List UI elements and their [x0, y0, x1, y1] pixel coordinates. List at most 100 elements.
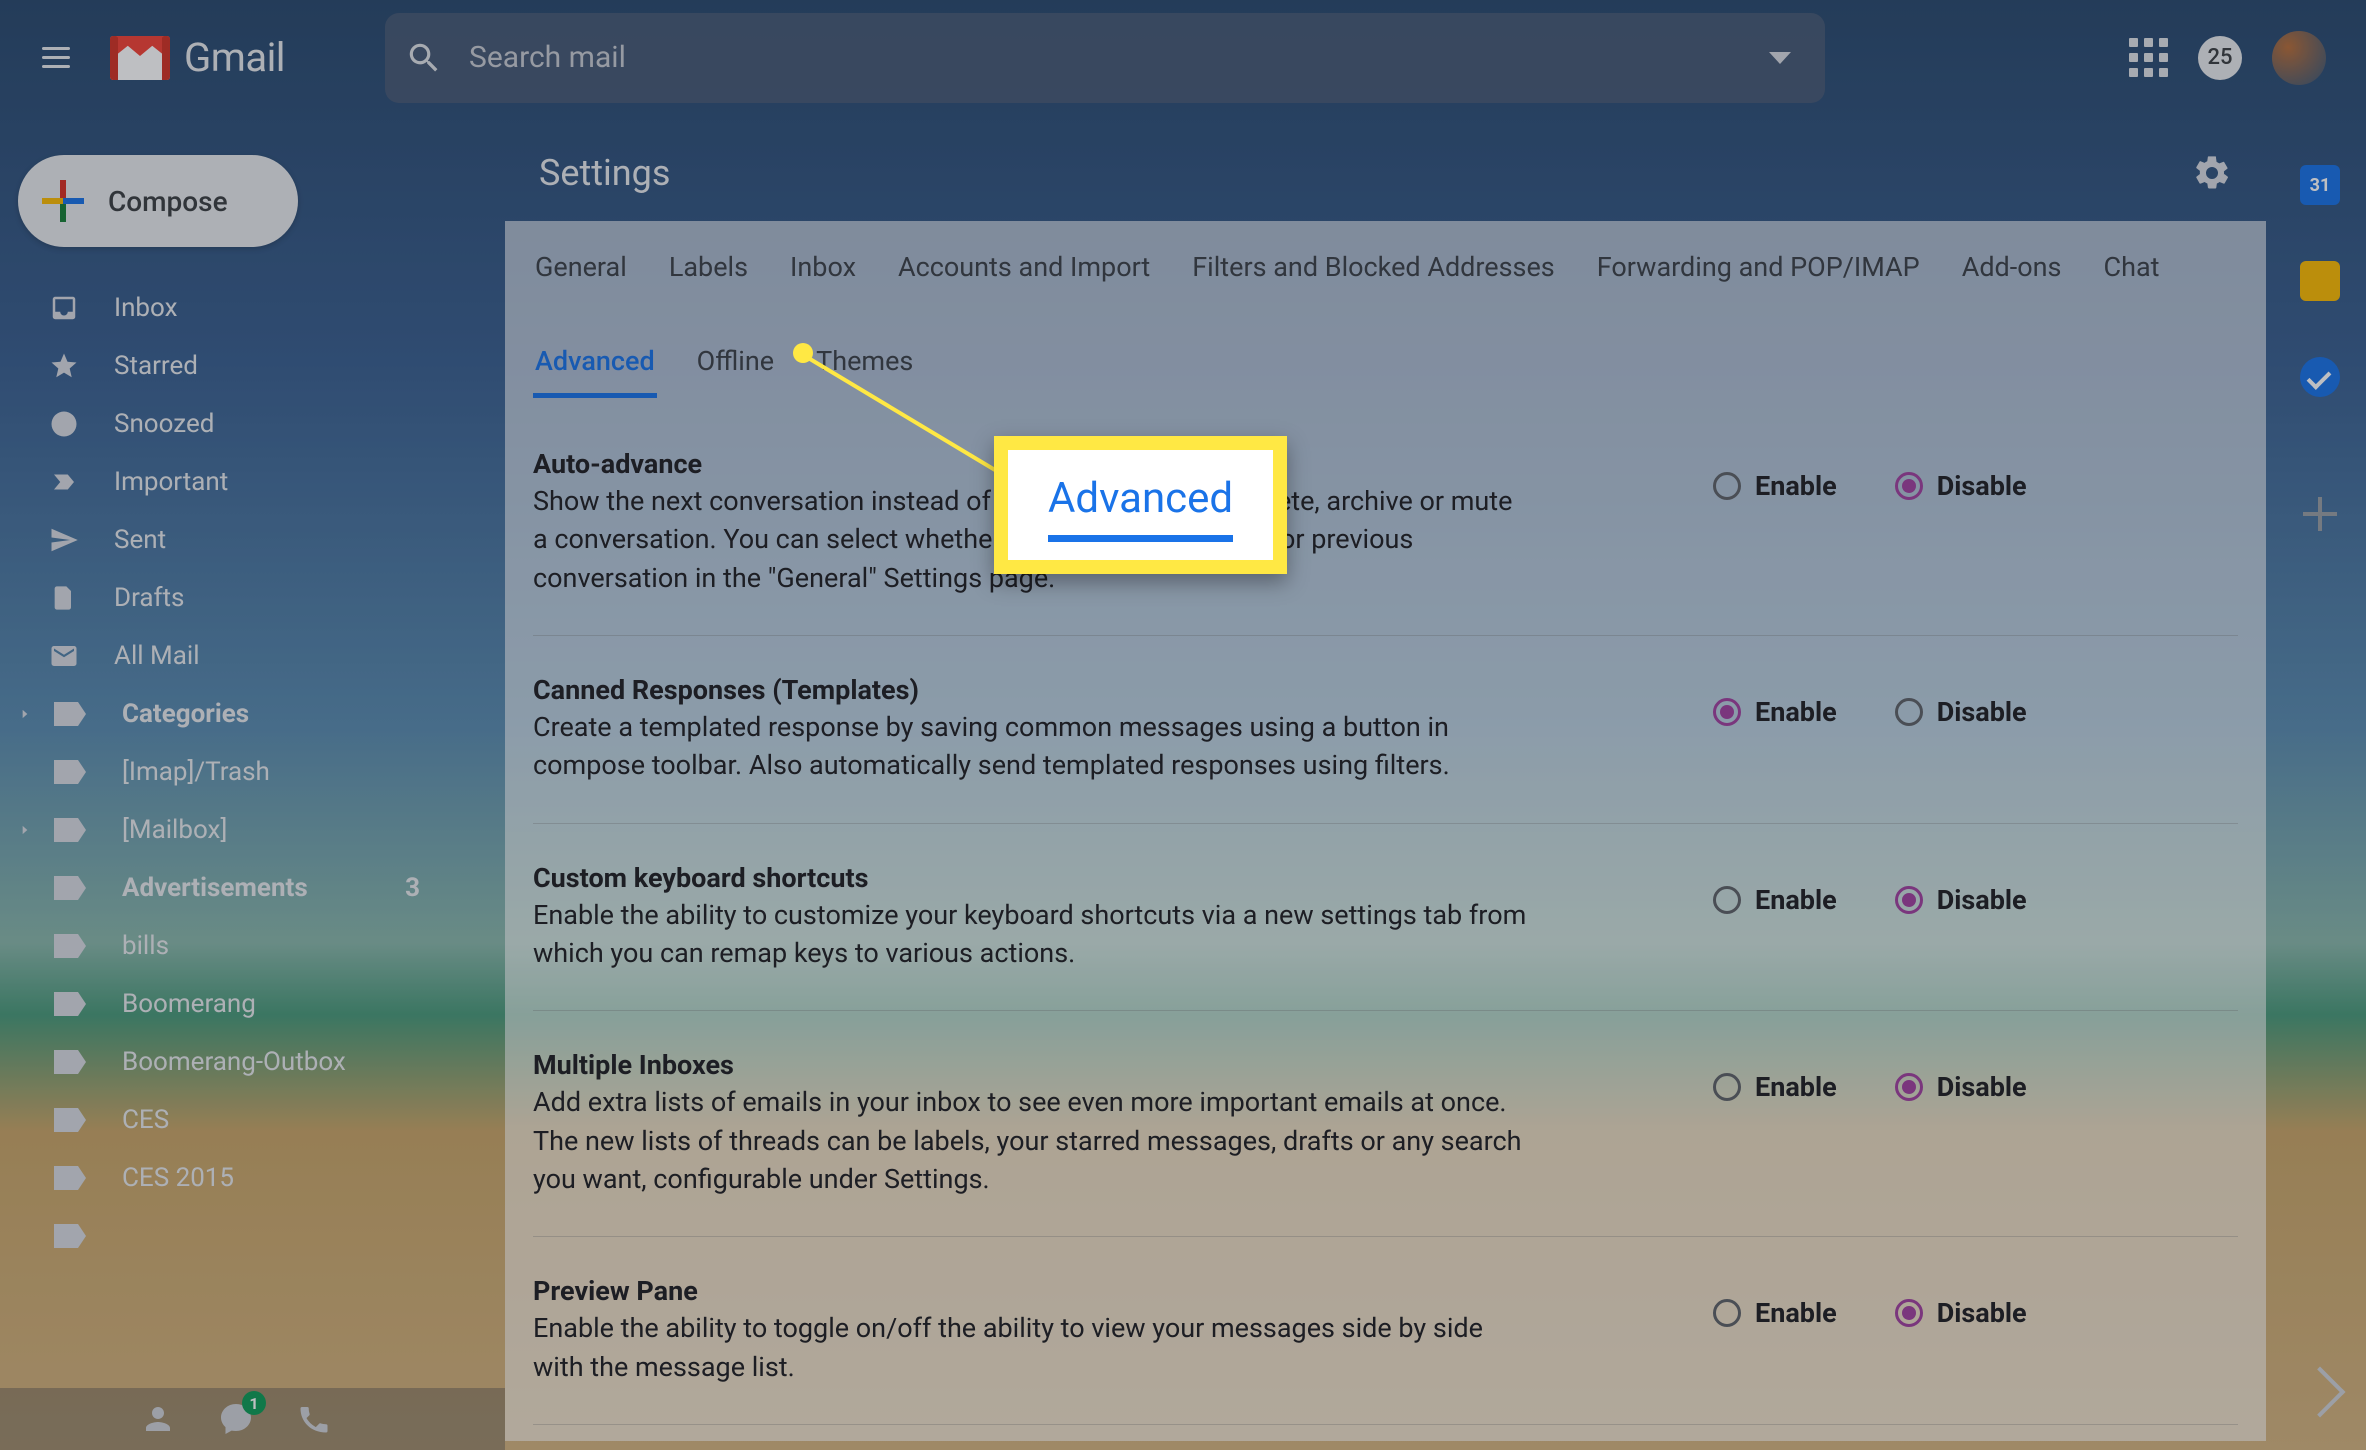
- gmail-logo[interactable]: Gmail: [110, 34, 285, 81]
- search-bar[interactable]: [385, 13, 1825, 103]
- sidebar-item-drafts[interactable]: Drafts: [0, 569, 480, 627]
- settings-header: Settings: [505, 125, 2266, 221]
- enable-option[interactable]: Enable: [1713, 696, 1837, 728]
- label-icon: [54, 1224, 86, 1248]
- mail-icon: [46, 638, 82, 674]
- phone-icon[interactable]: [296, 1401, 332, 1437]
- sidebar-item-bills[interactable]: bills: [0, 917, 480, 975]
- gear-icon[interactable]: [2192, 153, 2232, 193]
- tab-inbox[interactable]: Inbox: [788, 241, 858, 299]
- setting-title: Canned Responses (Templates): [533, 674, 1533, 706]
- search-options-caret-icon[interactable]: [1769, 52, 1791, 64]
- app-header: Gmail 25: [0, 0, 2366, 115]
- tab-filters-and-blocked-addresses[interactable]: Filters and Blocked Addresses: [1190, 241, 1557, 299]
- disable-label: Disable: [1937, 696, 2027, 728]
- radio-icon: [1713, 1073, 1741, 1101]
- settings-tabs: General Labels Inbox Accounts and Import Fil…: [505, 221, 2266, 398]
- disable-option[interactable]: Disable: [1895, 470, 2027, 502]
- hamburger-icon: [42, 47, 70, 68]
- label-icon: [54, 992, 86, 1016]
- sidebar-item-label: Sent: [114, 525, 166, 555]
- disable-label: Disable: [1937, 1297, 2027, 1329]
- enable-option[interactable]: Enable: [1713, 470, 1837, 502]
- google-apps-icon[interactable]: [2129, 38, 2168, 77]
- disable-label: Disable: [1937, 470, 2027, 502]
- sidebar-item-advertisements[interactable]: Advertisements3: [0, 859, 480, 917]
- setting-options: Enable Disable: [1713, 448, 2027, 597]
- sidebar-item-inbox[interactable]: Inbox: [0, 279, 480, 337]
- radio-icon: [1713, 886, 1741, 914]
- label-icon: [54, 1050, 86, 1074]
- disable-option[interactable]: Disable: [1895, 1297, 2027, 1329]
- disable-option[interactable]: Disable: [1895, 1071, 2027, 1103]
- sidebar-item-starred[interactable]: Starred: [0, 337, 480, 395]
- label-icon: [54, 760, 86, 784]
- sidebar-item-boomerang[interactable]: Boomerang: [0, 975, 480, 1033]
- calendar-addon-icon[interactable]: 31: [2300, 165, 2340, 205]
- search-input[interactable]: [469, 40, 1769, 75]
- important-icon: [46, 464, 82, 500]
- hangouts-icon[interactable]: 1: [218, 1401, 254, 1437]
- tab-labels[interactable]: Labels: [667, 241, 750, 299]
- notifications-badge[interactable]: 25: [2198, 36, 2242, 80]
- disable-option[interactable]: Disable: [1895, 696, 2027, 728]
- sidebar-item-boomerang-outbox[interactable]: Boomerang-Outbox: [0, 1033, 480, 1091]
- tab-general[interactable]: General: [533, 241, 629, 299]
- enable-option[interactable]: Enable: [1713, 884, 1837, 916]
- hangouts-badge: 1: [242, 1391, 266, 1415]
- setting-row-auto-advance: Auto-advanceShow the next conversation i…: [533, 398, 2238, 636]
- sidebar-item-snoozed[interactable]: Snoozed: [0, 395, 480, 453]
- setting-desc: Add extra lists of emails in your inbox …: [533, 1083, 1533, 1198]
- sidebar-item--mailbox-[interactable]: [Mailbox]: [0, 801, 480, 859]
- tab-advanced[interactable]: Advanced: [533, 335, 657, 398]
- disable-label: Disable: [1937, 1071, 2027, 1103]
- keep-addon-icon[interactable]: [2300, 261, 2340, 301]
- setting-text: Custom keyboard shortcutsEnable the abil…: [533, 862, 1533, 973]
- tab-forwarding-and-pop-imap[interactable]: Forwarding and POP/IMAP: [1595, 241, 1922, 299]
- sidebar-item-label: Snoozed: [114, 409, 214, 439]
- setting-title: Custom keyboard shortcuts: [533, 862, 1533, 894]
- sidebar-item-label: Boomerang-Outbox: [122, 1047, 346, 1077]
- setting-row-preview-pane: Preview PaneEnable the ability to toggle…: [533, 1237, 2238, 1425]
- enable-option[interactable]: Enable: [1713, 1071, 1837, 1103]
- left-sidebar: Compose Inbox Starred Snoozed Important Sent…: [0, 125, 480, 1265]
- radio-icon: [1713, 472, 1741, 500]
- sidebar-item-count: 3: [405, 873, 420, 903]
- meet-bar: 1: [0, 1388, 505, 1450]
- collapse-sidebar-icon[interactable]: [2295, 1367, 2346, 1418]
- setting-text: Multiple InboxesAdd extra lists of email…: [533, 1049, 1533, 1198]
- contacts-icon[interactable]: [140, 1401, 176, 1437]
- enable-label: Enable: [1755, 696, 1837, 728]
- get-addons-icon[interactable]: [2303, 497, 2337, 531]
- sidebar-item-important[interactable]: Important: [0, 453, 480, 511]
- tab-chat[interactable]: Chat: [2102, 241, 2162, 299]
- label-icon: [54, 1166, 86, 1190]
- sidebar-item--imap-trash[interactable]: [Imap]/Trash: [0, 743, 480, 801]
- label-icon: [54, 934, 86, 958]
- radio-icon: [1895, 886, 1923, 914]
- sidebar-item-all-mail[interactable]: All Mail: [0, 627, 480, 685]
- sidebar-item-categories[interactable]: Categories: [0, 685, 480, 743]
- sidebar-item-label: Inbox: [114, 293, 178, 323]
- sidebar-folder-list: Inbox Starred Snoozed Important Sent DraftsAl…: [0, 279, 480, 1265]
- tab-add-ons[interactable]: Add-ons: [1960, 241, 2064, 299]
- account-avatar[interactable]: [2272, 31, 2326, 85]
- enable-label: Enable: [1755, 884, 1837, 916]
- sidebar-item-ces[interactable]: CES: [0, 1091, 480, 1149]
- tasks-addon-icon[interactable]: [2300, 357, 2340, 397]
- sidebar-item-label: [Mailbox]: [122, 815, 227, 845]
- main-menu-button[interactable]: [32, 34, 80, 82]
- disable-option[interactable]: Disable: [1895, 884, 2027, 916]
- setting-text: Preview PaneEnable the ability to toggle…: [533, 1275, 1533, 1386]
- enable-option[interactable]: Enable: [1713, 1297, 1837, 1329]
- compose-button[interactable]: Compose: [18, 155, 298, 247]
- tab-themes[interactable]: Themes: [814, 335, 915, 398]
- sidebar-item-sent[interactable]: Sent: [0, 511, 480, 569]
- sidebar-item-empty[interactable]: [0, 1207, 480, 1265]
- setting-row-custom-keyboard-shortcuts: Custom keyboard shortcutsEnable the abil…: [533, 824, 2238, 1012]
- tab-offline[interactable]: Offline: [695, 335, 776, 398]
- radio-icon: [1895, 1299, 1923, 1327]
- radio-icon: [1713, 1299, 1741, 1327]
- sidebar-item-ces-2015[interactable]: CES 2015: [0, 1149, 480, 1207]
- tab-accounts-and-import[interactable]: Accounts and Import: [896, 241, 1152, 299]
